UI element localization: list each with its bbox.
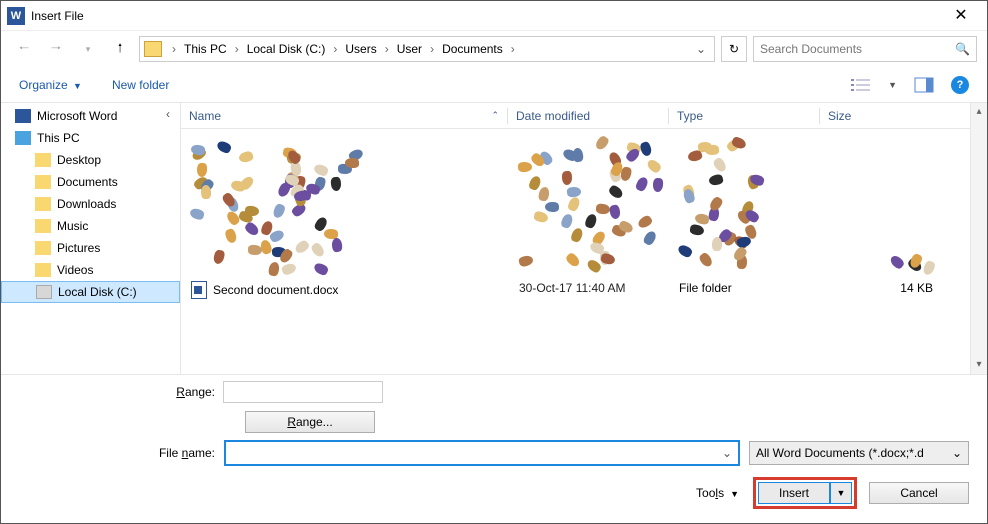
window-title: Insert File	[31, 9, 941, 23]
col-size[interactable]: Size	[820, 109, 932, 123]
range-input[interactable]	[223, 381, 383, 403]
breadcrumb-seg[interactable]: User	[393, 42, 426, 56]
chevron-right-icon[interactable]: ›	[170, 42, 178, 56]
chevron-right-icon[interactable]: ›	[331, 42, 339, 56]
filename-combo[interactable]: ⌄	[225, 441, 739, 465]
scroll-down-icon[interactable]: ▾	[971, 356, 987, 374]
chevron-down-icon[interactable]: ⌄	[716, 446, 738, 460]
folder-icon	[144, 41, 162, 57]
breadcrumb-seg[interactable]: Users	[341, 42, 380, 56]
chevron-right-icon[interactable]: ›	[428, 42, 436, 56]
col-name[interactable]: Name⌃	[181, 109, 507, 123]
docx-icon	[191, 281, 207, 299]
scrollbar[interactable]: ▴ ▾	[970, 103, 987, 374]
chevron-right-icon[interactable]: ›	[509, 42, 517, 56]
folder-icon	[35, 175, 51, 189]
tree-this-pc[interactable]: This PC	[1, 127, 180, 149]
tree-downloads[interactable]: Downloads	[1, 193, 180, 215]
file-name: Second document.docx	[213, 283, 338, 297]
breadcrumb-seg[interactable]: Documents	[438, 42, 507, 56]
chevron-down-icon[interactable]: ⌄	[952, 446, 962, 460]
insert-highlight: Insert ▼	[753, 477, 857, 509]
pc-icon	[15, 131, 31, 145]
view-mode-button[interactable]	[850, 75, 872, 95]
folder-icon	[35, 153, 51, 167]
thumbnail-placeholder	[889, 255, 937, 275]
refresh-icon[interactable]: ↻	[721, 36, 747, 62]
collapse-icon[interactable]: ‹	[160, 107, 176, 121]
word-icon	[15, 109, 31, 123]
new-folder-button[interactable]: New folder	[112, 78, 169, 92]
tree-local-disk[interactable]: Local Disk (C:)	[1, 281, 180, 303]
breadcrumb-seg[interactable]: Local Disk (C:)	[243, 42, 330, 56]
folder-icon	[35, 241, 51, 255]
thumbnail-placeholder	[515, 137, 665, 275]
search-placeholder: Search Documents	[760, 42, 862, 56]
chevron-right-icon[interactable]: ›	[233, 42, 241, 56]
breadcrumb-seg[interactable]: This PC	[180, 42, 231, 56]
folder-icon	[35, 219, 51, 233]
nav-tree: ‹ Microsoft Word This PC Desktop Documen…	[1, 103, 181, 374]
file-tile[interactable]: Second document.docx	[189, 137, 515, 366]
thumbnail-placeholder	[189, 137, 365, 275]
thumbnail-placeholder	[675, 137, 765, 275]
cancel-button[interactable]: Cancel	[869, 482, 969, 504]
filename-label: File name:	[19, 446, 215, 460]
file-size: 14 KB	[900, 281, 937, 295]
tree-music[interactable]: Music	[1, 215, 180, 237]
up-icon[interactable]: 🠑	[107, 36, 133, 62]
file-type: File folder	[675, 281, 825, 295]
close-icon[interactable]: ✕	[941, 1, 981, 31]
preview-pane-button[interactable]	[913, 75, 935, 95]
tools-button[interactable]: Tools▼	[696, 486, 739, 500]
tree-pictures[interactable]: Pictures	[1, 237, 180, 259]
file-date: 30-Oct-17 11:40 AM	[515, 281, 675, 295]
search-icon: 🔍	[955, 42, 970, 56]
tree-word[interactable]: Microsoft Word	[1, 105, 180, 127]
view-dropdown-icon[interactable]: ▼	[888, 80, 897, 90]
filename-input[interactable]	[226, 442, 716, 464]
insert-button[interactable]: Insert	[758, 482, 830, 504]
search-input[interactable]: Search Documents 🔍	[753, 36, 977, 62]
range-label: Range:	[19, 385, 215, 399]
tree-videos[interactable]: Videos	[1, 259, 180, 281]
column-headers: Name⌃ Date modified Type Size	[181, 103, 970, 129]
address-bar[interactable]: › This PC › Local Disk (C:) › Users › Us…	[139, 36, 715, 62]
recent-dropdown-icon[interactable]: ▾	[75, 36, 101, 62]
back-icon[interactable]: 🠐	[11, 36, 37, 62]
folder-icon	[35, 263, 51, 277]
tree-documents[interactable]: Documents	[1, 171, 180, 193]
app-word-icon: W	[7, 7, 25, 25]
scroll-up-icon[interactable]: ▴	[971, 103, 987, 121]
file-filter[interactable]: All Word Documents (*.docx;*.d ⌄	[749, 441, 969, 465]
disk-icon	[36, 285, 52, 299]
tree-desktop[interactable]: Desktop	[1, 149, 180, 171]
range-button[interactable]: Range...	[245, 411, 375, 433]
chevron-right-icon[interactable]: ›	[383, 42, 391, 56]
col-type[interactable]: Type	[669, 109, 819, 123]
help-icon[interactable]: ?	[951, 76, 969, 94]
address-dropdown-icon[interactable]: ⌄	[692, 42, 710, 56]
col-date[interactable]: Date modified	[508, 109, 668, 123]
forward-icon: 🠒	[43, 36, 69, 62]
insert-split-icon[interactable]: ▼	[830, 482, 852, 504]
organize-button[interactable]: Organize ▼	[19, 78, 82, 92]
folder-icon	[35, 197, 51, 211]
